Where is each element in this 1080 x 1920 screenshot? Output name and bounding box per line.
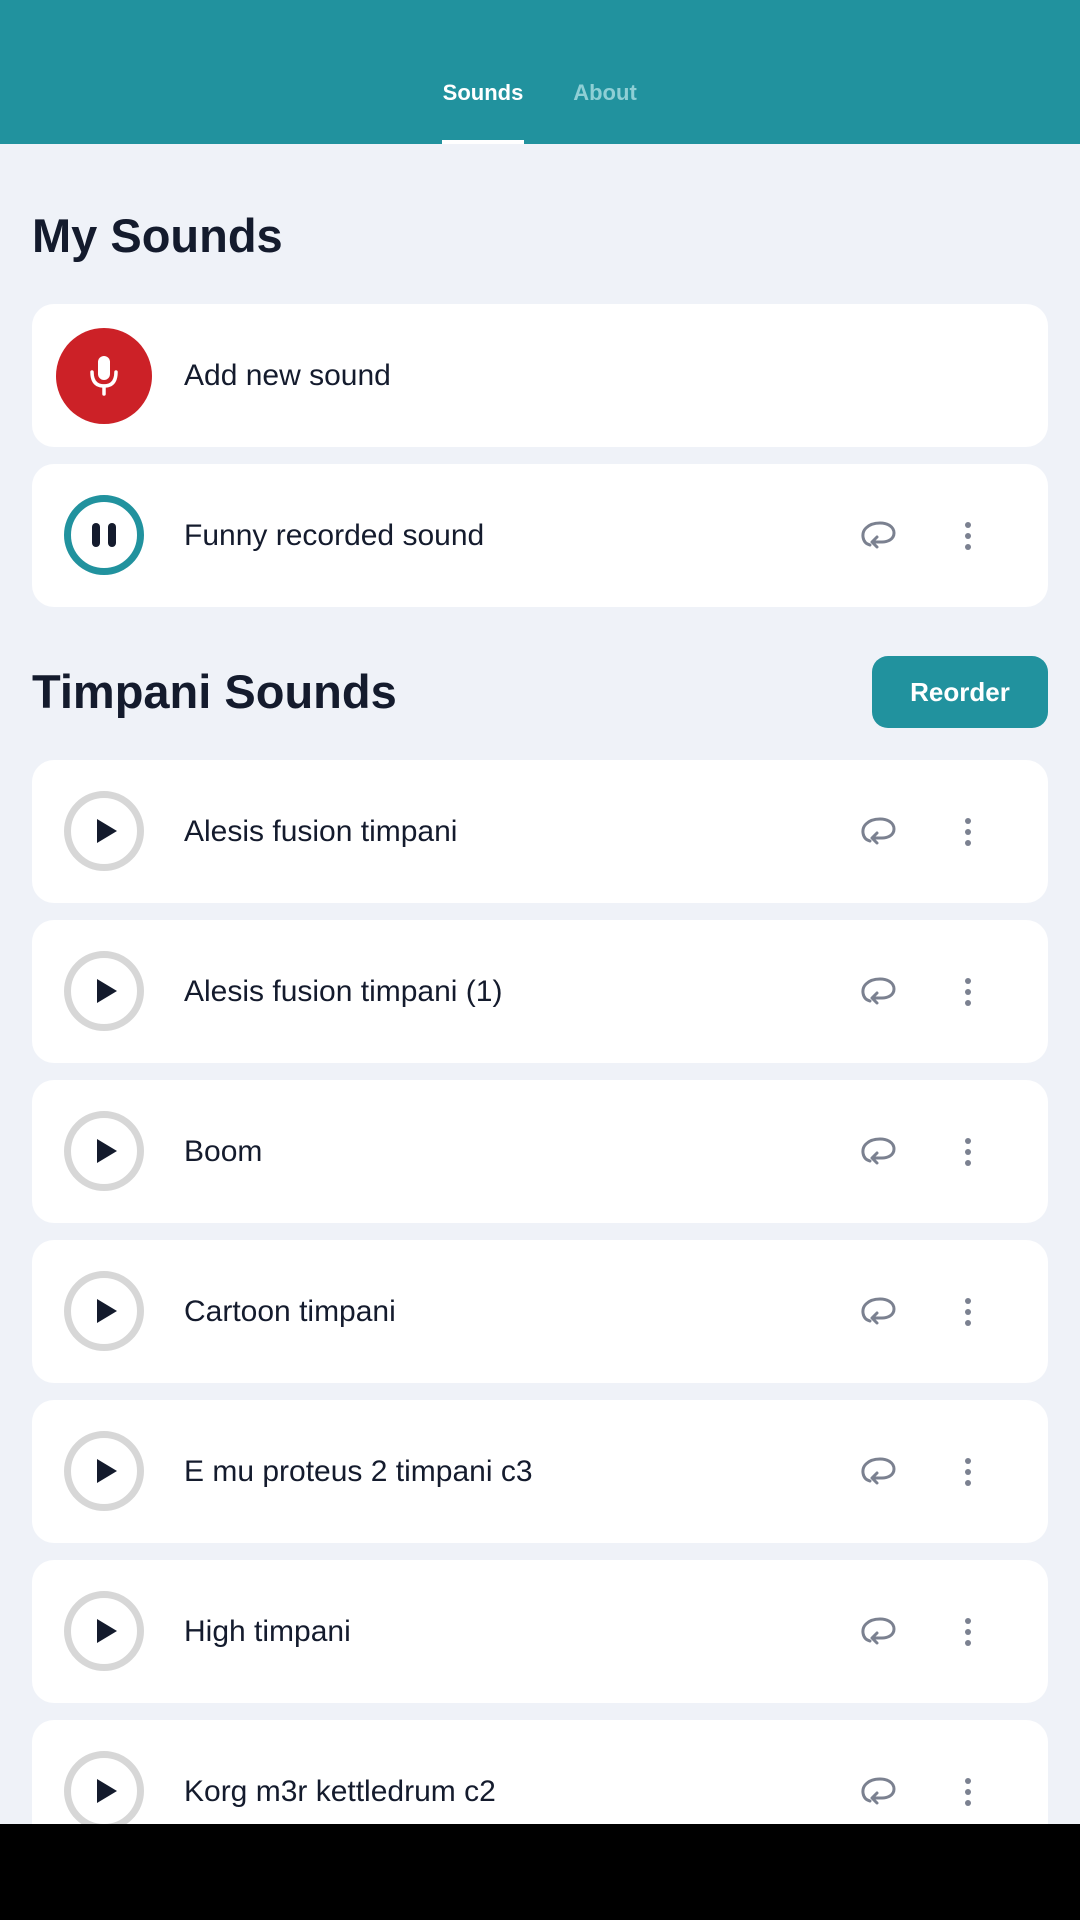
tab-about[interactable]: About [568,80,642,144]
top-app-bar: Sounds About [0,0,1080,144]
reorder-button[interactable]: Reorder [872,656,1048,728]
more-vertical-icon[interactable] [956,1772,980,1812]
loop-icon [861,977,896,1005]
loop-button[interactable] [858,813,898,849]
play-icon [96,1139,117,1163]
sound-label: Boom [184,1134,263,1168]
loop-button[interactable] [858,973,898,1009]
loop-button[interactable] [858,1453,898,1489]
list-item[interactable]: Funny recorded sound [32,464,1048,607]
active-tab-indicator [442,140,524,144]
loop-icon [861,1617,896,1645]
play-button[interactable] [64,1751,144,1831]
sound-label: Cartoon timpani [184,1294,396,1328]
list-item[interactable]: Boom [32,1080,1048,1223]
more-vertical-icon[interactable] [956,812,980,852]
loop-icon [861,1777,896,1805]
play-icon [96,819,117,843]
timpani-sounds-title: Timpani Sounds [32,665,397,718]
list-item[interactable]: Cartoon timpani [32,1240,1048,1383]
play-button[interactable] [64,951,144,1031]
system-navigation-bar [0,1824,1080,1920]
loop-icon [861,1297,896,1325]
add-sound-label: Add new sound [184,358,391,392]
sound-label: E mu proteus 2 timpani c3 [184,1454,533,1488]
more-vertical-icon[interactable] [956,972,980,1012]
add-sound-card[interactable]: Add new sound [32,304,1048,447]
loop-icon [861,521,896,549]
play-button[interactable] [64,1431,144,1511]
play-button[interactable] [64,1111,144,1191]
record-button[interactable] [56,328,152,424]
microphone-icon [90,356,118,396]
loop-button[interactable] [858,1773,898,1809]
loop-button[interactable] [858,517,898,553]
play-icon [96,1619,117,1643]
play-icon [96,1779,117,1803]
play-icon [96,1299,117,1323]
more-vertical-icon[interactable] [956,1292,980,1332]
sound-label: High timpani [184,1614,351,1648]
more-vertical-icon[interactable] [956,1132,980,1172]
loop-button[interactable] [858,1613,898,1649]
play-icon [96,979,117,1003]
list-item[interactable]: Alesis fusion timpani [32,760,1048,903]
play-button[interactable] [64,791,144,871]
loop-icon [861,1457,896,1485]
pause-icon [92,523,116,547]
my-sounds-title: My Sounds [32,209,283,262]
list-item[interactable]: E mu proteus 2 timpani c3 [32,1400,1048,1543]
more-vertical-icon[interactable] [956,516,980,556]
play-button[interactable] [64,1271,144,1351]
play-button[interactable] [64,1591,144,1671]
loop-icon [861,817,896,845]
loop-button[interactable] [858,1133,898,1169]
more-vertical-icon[interactable] [956,1612,980,1652]
loop-button[interactable] [858,1293,898,1329]
loop-icon [861,1137,896,1165]
pause-button[interactable] [64,495,144,575]
sound-label: Alesis fusion timpani [184,814,458,848]
more-vertical-icon[interactable] [956,1452,980,1492]
play-icon [96,1459,117,1483]
list-item[interactable]: Alesis fusion timpani (1) [32,920,1048,1063]
sound-label: Funny recorded sound [184,518,485,552]
tab-sounds[interactable]: Sounds [442,80,524,144]
list-item[interactable]: High timpani [32,1560,1048,1703]
sound-label: Alesis fusion timpani (1) [184,974,503,1008]
